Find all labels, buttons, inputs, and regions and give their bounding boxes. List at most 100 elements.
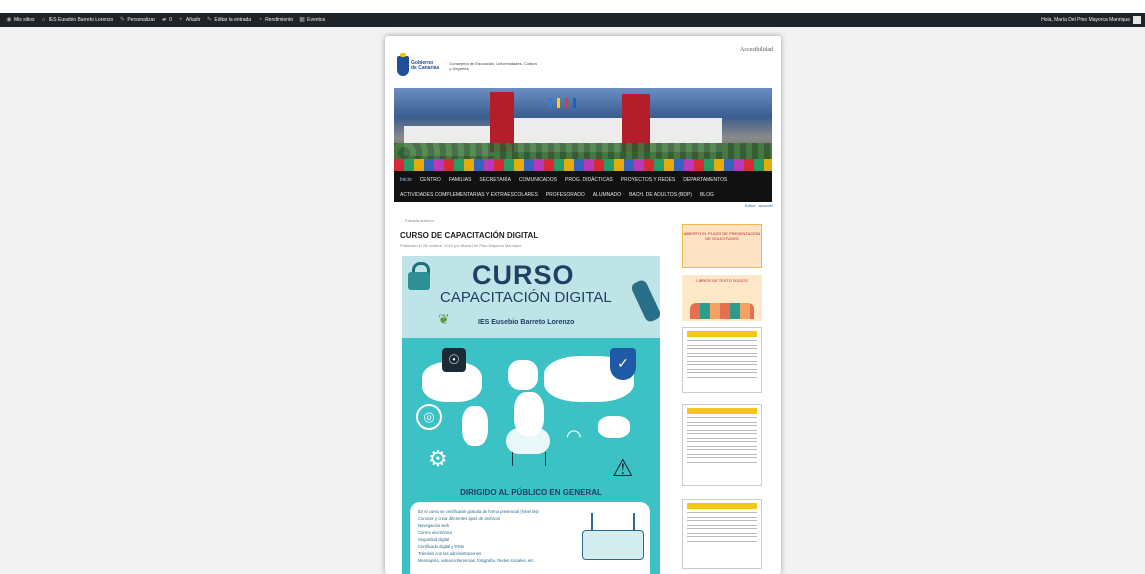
nav-item-bach-de-adultos-bdp-[interactable]: BACH. DE ADULTOS (BDP) — [629, 192, 692, 198]
plus-icon: + — [179, 17, 183, 23]
document-lines — [687, 340, 757, 346]
logo-line-2: de Canarias — [411, 65, 440, 71]
cloud-network-icon — [506, 428, 550, 466]
topic-item: En el curso se certificarán gratuita de … — [418, 509, 539, 514]
greeting-text: Hola, María Del Pino Mayorca Manrique — [1041, 17, 1130, 23]
fingerprint-icon: ☉ — [442, 348, 466, 372]
document-lines — [687, 417, 757, 423]
department-name: Consejería de Educación, Universidades, … — [449, 61, 537, 71]
poster-school: IES Eusebio Barreto Lorenzo — [478, 319, 575, 326]
nav-item-profesorado[interactable]: PROFESORADO — [546, 192, 585, 198]
flag-icon — [557, 98, 560, 108]
nav-item-proyectos-y-redes[interactable]: PROYECTOS Y REDES — [621, 177, 675, 183]
brush-icon: ✎ — [119, 17, 125, 23]
gauge-icon: ◔ — [258, 17, 262, 23]
nav-item-alumnado[interactable]: ALUMNADO — [593, 192, 621, 198]
admin-bar-comments[interactable]: ▰ 0 — [161, 17, 172, 23]
admin-bar-customize[interactable]: ✎ Personalizar — [119, 17, 155, 23]
document-lines — [687, 528, 757, 534]
home-icon: ⌂ — [41, 17, 46, 23]
nav-item-departamentos[interactable]: DEPARTAMENTOS — [683, 177, 727, 183]
sidebar-document-1[interactable] — [682, 327, 762, 393]
mural-wall — [394, 159, 772, 171]
admin-bar-site-name[interactable]: ⌂ IES Eusebio Barreto Lorenzo — [41, 17, 114, 23]
admin-bar-account[interactable]: Hola, María Del Pino Mayorca Manrique — [1041, 16, 1141, 24]
document-header-bar — [687, 408, 757, 414]
poster-subtitle: CAPACITACIÓN DIGITAL — [440, 289, 612, 306]
topics-list: En el curso se certificarán gratuita de … — [410, 502, 650, 574]
calendar-icon: ▦ — [299, 17, 305, 23]
document-lines — [687, 536, 757, 542]
admin-bar: ◉ Mis sitios ⌂ IES Eusebio Barreto Lorenzo… — [0, 13, 1145, 27]
sidebar-banner-solicitudes[interactable]: ABIERTO EL PLAZO DE PRESENTACIÓN DE SOLI… — [682, 224, 762, 268]
comment-icon: ▰ — [161, 17, 167, 23]
document-header-bar — [687, 503, 757, 509]
globe-icon: ◎ — [416, 404, 442, 430]
document-header-bar — [687, 331, 757, 337]
document-lines — [687, 457, 757, 463]
banner-text: ABIERTO EL PLAZO DE PRESENTACIÓN DE SOLI… — [683, 231, 761, 241]
nav-row-2: ACTIVIDADES COMPLEMENTARIAS Y EXTRAESCOL… — [394, 187, 772, 202]
main-navigation: Inicio CENTRO FAMILIAS SECRETARÍA COMUNICADO… — [394, 171, 772, 202]
document-lines — [687, 441, 757, 447]
flag-icon — [573, 98, 576, 108]
topic-item: Conocer y crear diferentes tipos de arch… — [418, 516, 500, 521]
poster-title: CURSO — [472, 260, 575, 290]
nav-item-inicio[interactable]: Inicio — [400, 177, 412, 183]
document-lines — [687, 425, 757, 431]
nav-row-1: Inicio CENTRO FAMILIAS SECRETARÍA COMUNICADO… — [394, 171, 772, 187]
shield-check-icon: ✓ — [610, 348, 636, 380]
document-lines — [687, 433, 757, 439]
warning-icon: ⚠ — [612, 455, 634, 482]
router-icon — [582, 513, 644, 560]
flag-icon — [565, 98, 568, 108]
accessibility-link[interactable]: Accesibilidad — [740, 47, 773, 53]
nav-item-centro[interactable]: CENTRO — [420, 177, 441, 183]
site-page: Accesibilidad Gobierno de Canarias Conse… — [385, 36, 781, 574]
school-logo-icon: ❦ — [438, 311, 450, 327]
document-lines — [687, 512, 757, 518]
top-margin — [0, 0, 1145, 13]
nav-item-familias[interactable]: FAMILIAS — [449, 177, 472, 183]
document-lines — [687, 356, 757, 362]
wifi-icon: ◠ — [566, 426, 582, 446]
post-meta: Publicado el 28 octubre, 2022 por María … — [400, 243, 522, 248]
admin-bar-new[interactable]: + Añadir — [178, 17, 200, 23]
nav-item-comunicados[interactable]: COMUNICADOS — [519, 177, 557, 183]
topic-item: Navegación web — [418, 523, 449, 528]
nav-item-actividades-complementarias-y-extraescolares[interactable]: ACTIVIDADES COMPLEMENTARIAS Y EXTRAESCOL… — [400, 192, 538, 198]
logo-text: Gobierno de Canarias — [411, 61, 439, 71]
login-links[interactable]: Editor · acceder — [745, 203, 773, 208]
pencil-icon: ✎ — [206, 17, 212, 23]
sidebar-document-2[interactable] — [682, 404, 762, 486]
course-poster[interactable]: CURSO CAPACITACIÓN DIGITAL ❦ IES Eusebio… — [402, 256, 660, 574]
header-image — [394, 88, 772, 171]
document-lines — [687, 372, 757, 378]
sidebar-document-3[interactable] — [682, 499, 762, 569]
previous-post-link[interactable]: ← Entrada anterior — [400, 218, 434, 223]
document-lines — [687, 449, 757, 455]
admin-bar-performance[interactable]: ◔ Rendimiento — [257, 17, 293, 23]
coat-of-arms-icon — [397, 53, 409, 76]
nav-item-blog[interactable]: BLOG — [700, 192, 714, 198]
gears-icon: ⚙ — [428, 446, 448, 471]
site-logo[interactable]: Gobierno de Canarias Consejería de Educa… — [397, 53, 539, 76]
document-lines — [687, 520, 757, 526]
post-title: CURSO DE CAPACITACIÓN DIGITAL — [400, 231, 539, 240]
wordpress-icon: ◉ — [6, 17, 12, 23]
poster-audience: DIRIGIDO AL PÚBLICO EN GENERAL — [460, 488, 602, 497]
sidebar-banner-libros[interactable]: LIBROS DE TEXTO 2022/23 — [682, 275, 762, 321]
nav-item-prog-didácticas[interactable]: PROG. DIDÁCTICAS — [565, 177, 613, 183]
poster-header: CURSO CAPACITACIÓN DIGITAL ❦ IES Eusebio… — [402, 256, 660, 338]
document-lines — [687, 348, 757, 354]
children-illustration — [690, 303, 754, 319]
admin-bar-my-sites[interactable]: ◉ Mis sitios — [6, 17, 34, 23]
flag-icon — [549, 98, 552, 108]
usb-drive-icon — [629, 278, 660, 324]
avatar — [1133, 16, 1141, 24]
nav-item-secretaría[interactable]: SECRETARÍA — [479, 177, 511, 183]
lock-icon — [408, 262, 430, 290]
admin-bar-events[interactable]: ▦ Eventos — [299, 17, 325, 23]
banner-text: LIBROS DE TEXTO 2022/23 — [696, 278, 748, 283]
admin-bar-edit-post[interactable]: ✎ Editar la entrada — [206, 17, 251, 23]
